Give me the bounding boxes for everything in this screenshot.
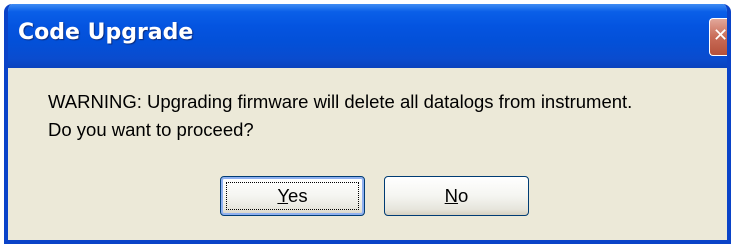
yes-mnemonic: Y	[277, 185, 289, 206]
dialog-title: Code Upgrade	[18, 20, 194, 45]
yes-button[interactable]: Yes	[220, 176, 365, 216]
no-label-rest: o	[458, 185, 469, 206]
no-button[interactable]: No	[384, 176, 529, 216]
message-question-line: Do you want to proceed?	[48, 119, 254, 140]
message-warning-line: WARNING: Upgrading firmware will delete …	[48, 91, 633, 112]
close-button[interactable]: ✕	[709, 18, 729, 56]
no-button-label: No	[445, 185, 469, 206]
no-mnemonic: N	[444, 185, 459, 206]
dialog-message: WARNING: Upgrading firmware will delete …	[48, 88, 632, 144]
dialog-window: Code Upgrade ✕ WARNING: Upgrading firmwa…	[4, 4, 731, 244]
title-bar[interactable]: Code Upgrade ✕	[8, 4, 729, 68]
close-icon: ✕	[713, 25, 729, 46]
yes-button-label: Yes	[277, 185, 307, 206]
yes-label-rest: es	[288, 185, 308, 206]
